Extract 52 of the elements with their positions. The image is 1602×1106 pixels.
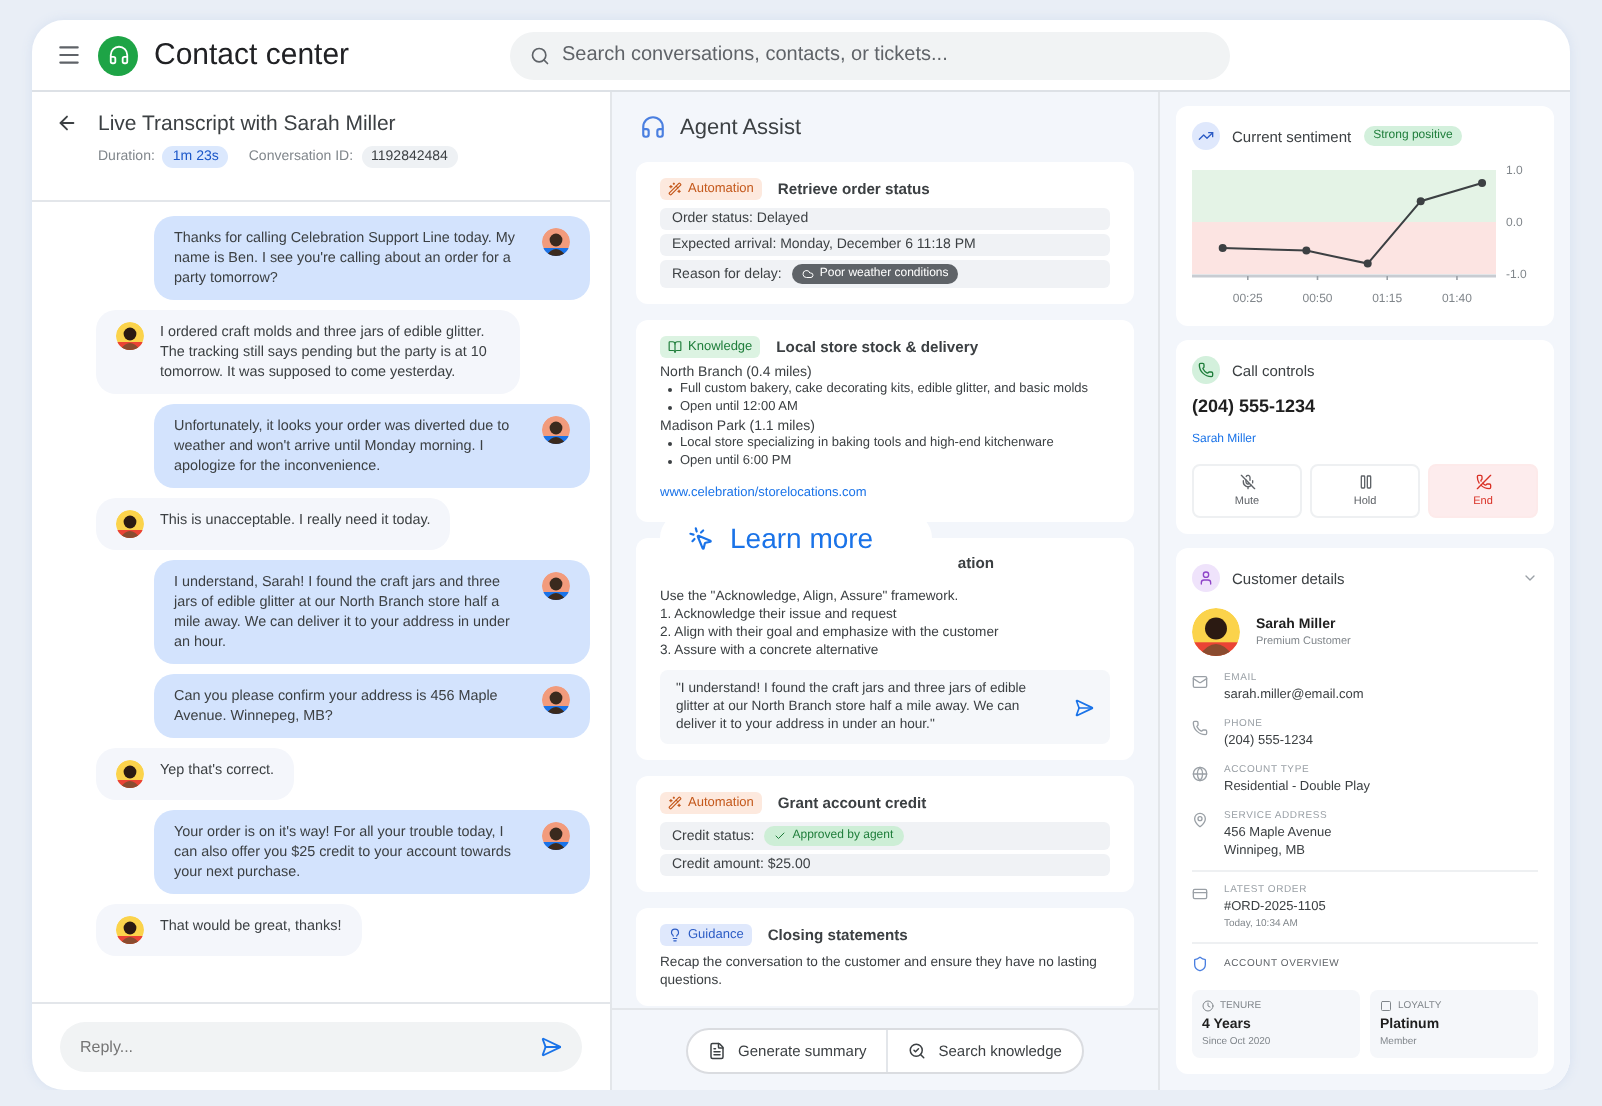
customer-avatar — [116, 916, 144, 944]
check-icon — [774, 830, 787, 842]
square-icon — [1380, 1000, 1392, 1012]
pointer-click-icon — [688, 525, 714, 551]
book-icon — [668, 340, 682, 354]
logo-icon — [98, 35, 138, 75]
customer-avatar — [116, 510, 144, 538]
data-point — [1302, 246, 1311, 255]
mic-off-icon — [1239, 474, 1255, 490]
user-icon — [1192, 564, 1220, 592]
search-field[interactable]: Search conversations, contacts, or tickets... — [510, 31, 1230, 79]
menu-icon[interactable] — [56, 42, 82, 68]
phone-number: (204) 555-1234 — [1192, 396, 1318, 416]
data-point — [1218, 244, 1227, 252]
mail-icon — [1192, 674, 1208, 690]
lightbulb-icon — [668, 928, 682, 942]
reply-field[interactable]: Reply... — [60, 1022, 582, 1072]
shield-icon — [1192, 956, 1208, 972]
agent-avatar — [542, 822, 570, 850]
trend-icon — [1192, 122, 1220, 150]
app-title: Contact center — [154, 38, 352, 72]
phone-icon — [1192, 720, 1208, 736]
phone-off-icon — [1475, 474, 1491, 490]
wand-icon — [668, 182, 682, 196]
back-icon[interactable] — [56, 112, 78, 134]
send-icon[interactable] — [1074, 697, 1094, 717]
agent-avatar — [542, 416, 570, 444]
search-icon — [908, 1041, 927, 1059]
customer-avatar — [116, 322, 144, 350]
globe-icon — [1192, 766, 1208, 782]
transcript-title: Live Transcript with Sarah Miller — [98, 112, 398, 136]
clock-icon — [1202, 1000, 1214, 1012]
data-point — [1478, 179, 1487, 187]
send-icon[interactable] — [540, 1036, 562, 1058]
agent-avatar — [542, 572, 570, 600]
cloud-icon — [801, 268, 814, 280]
pause-icon — [1357, 474, 1373, 490]
panel-title: Agent Assist — [680, 115, 802, 139]
customer-avatar — [1192, 608, 1240, 656]
customer-avatar — [116, 760, 144, 788]
data-point — [1416, 197, 1425, 206]
agent-avatar — [542, 686, 570, 714]
agent-avatar — [542, 228, 570, 256]
chevron-icon — [1522, 570, 1538, 586]
search-icon — [530, 45, 550, 65]
wand-icon — [668, 796, 682, 810]
data-point — [1363, 259, 1372, 268]
card-icon — [1192, 886, 1208, 902]
headset-icon — [640, 114, 666, 140]
pin-icon — [1192, 812, 1208, 828]
phone-icon — [1192, 356, 1220, 384]
document-icon — [708, 1041, 727, 1059]
